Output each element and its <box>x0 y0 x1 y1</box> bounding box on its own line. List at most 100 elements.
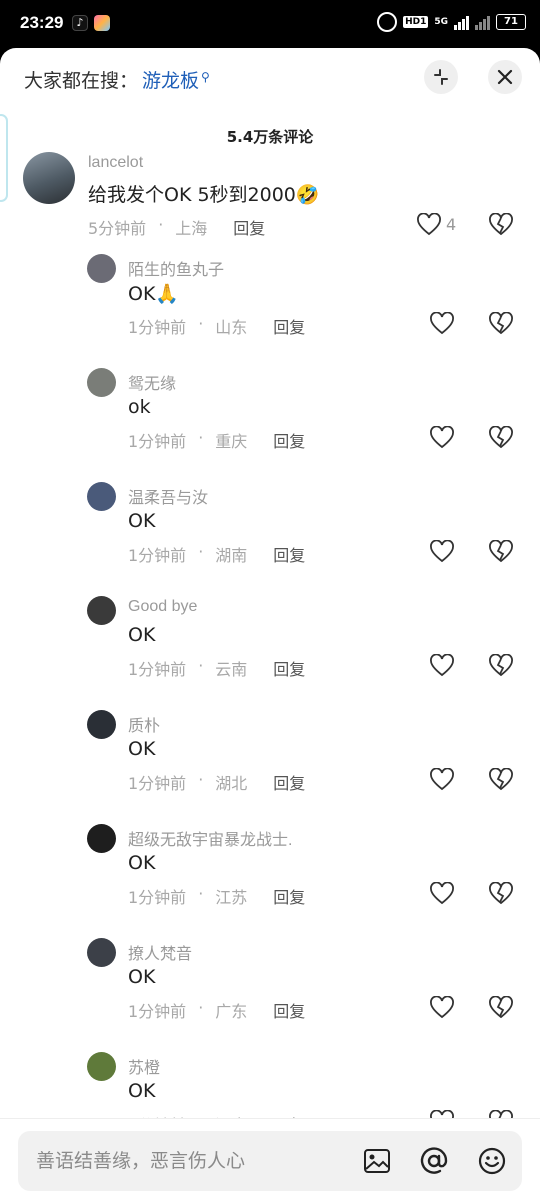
broken-heart-icon[interactable] <box>488 212 514 237</box>
username[interactable]: 撩人梵音 <box>128 940 192 964</box>
username[interactable]: lancelot <box>88 154 143 172</box>
heart-icon[interactable] <box>416 212 442 237</box>
close-icon <box>497 69 513 85</box>
meta-separator: · <box>198 656 204 675</box>
meta-separator: · <box>158 215 164 234</box>
comment-location: 山东 <box>215 318 248 337</box>
signal-icon <box>454 14 469 30</box>
avatar[interactable] <box>87 1052 116 1081</box>
comment-text: 给我发个OK 5秒到2000🤣 <box>88 184 320 206</box>
comment-input[interactable] <box>36 1145 356 1177</box>
at-icon[interactable] <box>418 1145 450 1177</box>
search-suggestion-keyword[interactable]: 游龙板 <box>142 66 199 93</box>
avatar[interactable] <box>87 938 116 967</box>
like-count: 4 <box>446 215 457 234</box>
reply-item: 陌生的鱼丸子 OK🙏 1分钟前 · 山东 回复 <box>0 254 540 364</box>
comment-item: lancelot 给我发个OK 5秒到2000🤣 5分钟前 · 上海 回复 4 <box>0 152 540 252</box>
reply-button[interactable]: 回复 <box>273 656 305 680</box>
meta-separator: · <box>198 542 204 561</box>
comment-text: OK <box>128 852 156 874</box>
broken-heart-icon[interactable] <box>488 311 514 336</box>
comment-time: 1分钟前 <box>128 318 187 337</box>
reply-button[interactable]: 回复 <box>273 314 305 338</box>
comment-time: 1分钟前 <box>128 546 187 565</box>
comment-text: OK <box>128 1080 156 1102</box>
meta-separator: · <box>198 314 204 333</box>
status-indicators: HD1 5G 71 <box>377 12 526 32</box>
meta-separator: · <box>198 428 204 447</box>
comment-meta: 1分钟前 · 湖北 回复 <box>128 770 305 794</box>
comment-text: ok <box>128 396 151 418</box>
avatar[interactable] <box>87 824 116 853</box>
search-suggestion-prefix: 大家都在搜： <box>24 70 139 92</box>
comment-location: 重庆 <box>215 432 248 451</box>
broken-heart-icon[interactable] <box>488 767 514 792</box>
reply-button[interactable]: 回复 <box>233 215 265 239</box>
avatar[interactable] <box>87 482 116 511</box>
username[interactable]: 陌生的鱼丸子 <box>128 256 224 280</box>
emoji-icon[interactable] <box>476 1145 508 1177</box>
comment-sheet: 大家都在搜： 游龙板 ⚲ 5.4万条评论 lancelot 给我发个OK 5秒到2… <box>0 48 540 1200</box>
reply-button[interactable]: 回复 <box>273 998 305 1022</box>
broken-heart-icon[interactable] <box>488 995 514 1020</box>
comment-time: 5分钟前 <box>88 219 147 238</box>
comment-time: 1分钟前 <box>128 888 187 907</box>
battery-icon: 71 <box>496 14 526 30</box>
search-suggestion[interactable]: 大家都在搜： 游龙板 ⚲ <box>24 66 210 93</box>
broken-heart-icon[interactable] <box>488 653 514 678</box>
gallery-app-icon <box>94 15 110 31</box>
avatar[interactable] <box>87 596 116 625</box>
username[interactable]: 鸳无缘 <box>128 370 176 394</box>
status-time: 23:29 <box>20 13 64 32</box>
reply-button[interactable]: 回复 <box>273 770 305 794</box>
reply-item: 质朴 OK 1分钟前 · 湖北 回复 <box>0 710 540 820</box>
heart-icon[interactable] <box>429 539 455 564</box>
broken-heart-icon[interactable] <box>488 425 514 450</box>
comment-text: OK <box>128 738 156 760</box>
heart-icon[interactable] <box>429 881 455 906</box>
username[interactable]: Good bye <box>128 598 197 616</box>
status-bar: 23:29 ♪ HD1 5G 71 <box>0 0 540 48</box>
heart-icon[interactable] <box>429 425 455 450</box>
comment-text: OK <box>128 966 156 988</box>
comment-text: OK <box>128 510 156 532</box>
username[interactable]: 苏橙 <box>128 1054 160 1078</box>
comment-input-container[interactable] <box>18 1131 522 1191</box>
image-icon[interactable] <box>361 1145 393 1177</box>
avatar[interactable] <box>87 710 116 739</box>
comment-time: 1分钟前 <box>128 432 187 451</box>
comment-location: 云南 <box>215 660 248 679</box>
comment-text: OK <box>128 624 156 646</box>
comment-text: OK🙏 <box>128 283 180 305</box>
search-icon: ⚲ <box>201 69 210 84</box>
comment-time: 1分钟前 <box>128 774 187 793</box>
reply-button[interactable]: 回复 <box>273 884 305 908</box>
comment-location: 上海 <box>175 219 208 238</box>
comment-location: 广东 <box>215 1002 248 1021</box>
username[interactable]: 温柔吾与汝 <box>128 484 208 508</box>
reply-item: 鸳无缘 ok 1分钟前 · 重庆 回复 <box>0 368 540 478</box>
close-button[interactable] <box>488 60 522 94</box>
username[interactable]: 质朴 <box>128 712 160 736</box>
heart-icon[interactable] <box>429 995 455 1020</box>
username[interactable]: 超级无敌宇宙暴龙战士. <box>128 826 292 850</box>
comment-meta: 1分钟前 · 云南 回复 <box>128 656 305 680</box>
status-app-icons: ♪ <box>72 15 110 31</box>
alarm-icon <box>377 12 398 32</box>
avatar[interactable] <box>23 152 75 204</box>
comment-time: 1分钟前 <box>128 1002 187 1021</box>
broken-heart-icon[interactable] <box>488 881 514 906</box>
collapse-icon <box>434 69 448 85</box>
comment-location: 湖北 <box>215 774 248 793</box>
broken-heart-icon[interactable] <box>488 539 514 564</box>
heart-icon[interactable] <box>429 767 455 792</box>
heart-icon[interactable] <box>429 311 455 336</box>
reply-item: 撩人梵音 OK 1分钟前 · 广东 回复 <box>0 938 540 1048</box>
collapse-button[interactable] <box>424 60 458 94</box>
avatar[interactable] <box>87 368 116 397</box>
reply-button[interactable]: 回复 <box>273 542 305 566</box>
heart-icon[interactable] <box>429 653 455 678</box>
avatar[interactable] <box>87 254 116 283</box>
reply-item: 超级无敌宇宙暴龙战士. OK 1分钟前 · 江苏 回复 <box>0 824 540 934</box>
reply-button[interactable]: 回复 <box>273 428 305 452</box>
